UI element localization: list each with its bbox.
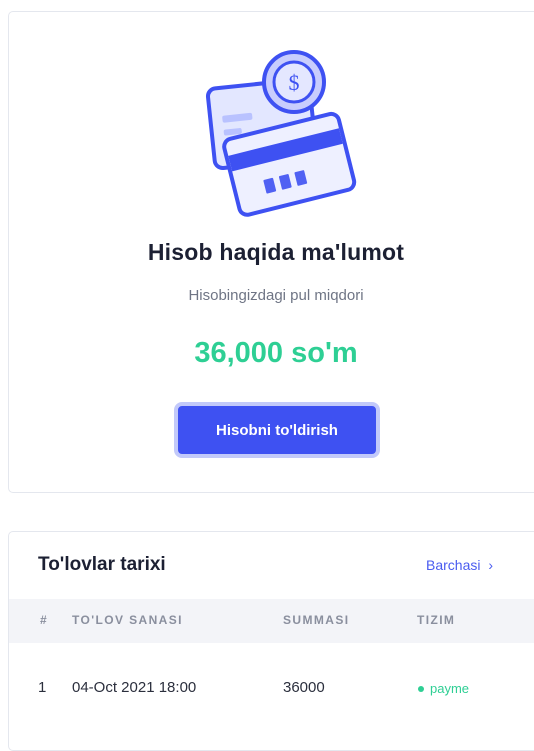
row-date: 04-Oct 2021 18:00 <box>72 679 197 696</box>
balance-subtitle: Hisobingizdagi pul miqdori <box>188 287 364 304</box>
topup-button[interactable]: Hisobni to'ldirish <box>174 402 380 458</box>
column-header-system: TIZIM <box>417 613 456 627</box>
dollar-sign: $ <box>289 70 300 95</box>
chevron-right-icon: › <box>488 557 494 573</box>
status-dot-icon <box>418 686 424 692</box>
row-system: payme <box>430 681 470 696</box>
column-header-index: # <box>40 613 49 627</box>
history-title: To'lovlar tarixi <box>38 554 166 575</box>
row-index: 1 <box>38 679 47 696</box>
column-header-amount: SUMMASI <box>283 613 350 627</box>
view-all-link[interactable]: Barchasi › <box>426 557 493 573</box>
view-all-label: Barchasi <box>426 557 481 573</box>
balance-amount: 36,000 so'm <box>194 337 358 369</box>
row-amount: 36000 <box>283 679 325 696</box>
balance-title: Hisob haqida ma'lumot <box>147 239 405 265</box>
column-header-date: TO'LOV SANASI <box>72 613 183 627</box>
wallet-cards-icon: $ <box>205 50 357 217</box>
